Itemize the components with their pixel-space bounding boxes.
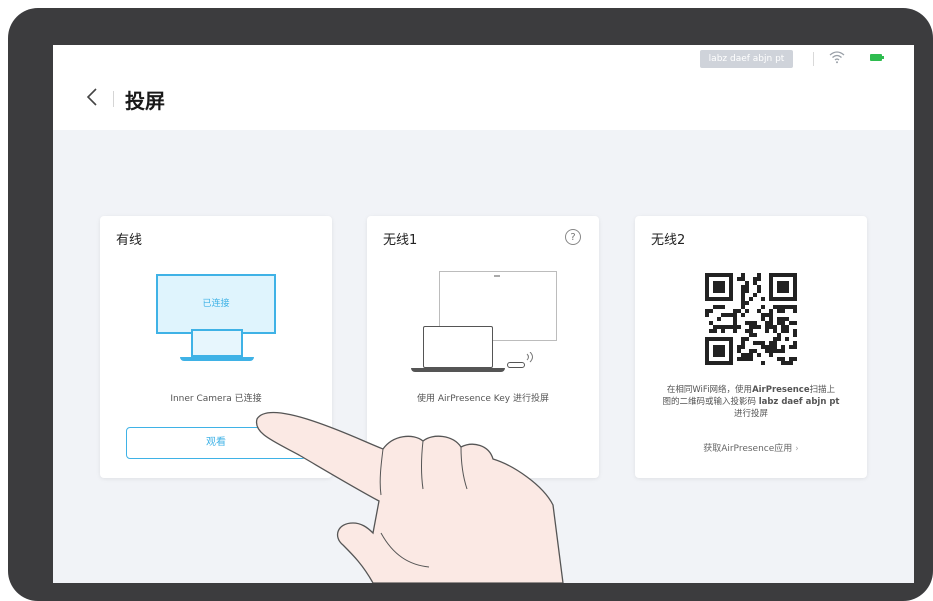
question-circle-icon[interactable]: ? <box>565 229 581 245</box>
top-bar: labz daef abjn pt 投屏 <box>53 45 914 130</box>
tablet-frame: labz daef abjn pt 投屏 有线 已连接 Inner Camera… <box>8 8 933 601</box>
signal-waves-icon <box>526 352 533 363</box>
card-title-wired: 有线 <box>116 233 143 248</box>
desc-line-2: 图的二维码或输入投影码 labz daef abjn pt <box>635 396 867 408</box>
projection-code-badge: labz daef abjn pt <box>700 50 793 68</box>
desc-line-1: 在相同WiFi网络，使用AirPresence扫描上 <box>635 384 867 396</box>
hand-gesture-illustration <box>255 411 564 583</box>
battery-icon <box>870 54 884 61</box>
wireless2-description: 在相同WiFi网络，使用AirPresence扫描上 图的二维码或输入投影码 l… <box>635 384 867 420</box>
laptop-outline-illustration <box>423 326 493 368</box>
projection-code-bold: labz daef abjn pt <box>758 397 840 407</box>
laptop-illustration <box>191 329 243 357</box>
card-title-wireless2: 无线2 <box>651 233 686 248</box>
app-name-bold: AirPresence <box>752 385 810 395</box>
screen: labz daef abjn pt 投屏 有线 已连接 Inner Camera… <box>53 45 914 583</box>
desc-text: 在相同WiFi网络，使用 <box>666 385 753 395</box>
title-divider <box>113 91 114 107</box>
airpresence-key-illustration <box>507 362 525 368</box>
wireless2-card: 无线2 在相同WiFi网络，使用AirPresence扫描上 图的二维码或输入投… <box>635 216 867 478</box>
chevron-right-icon: › <box>795 444 799 454</box>
qr-code-icon <box>705 273 797 365</box>
monitor-illustration: 已连接 <box>156 274 276 334</box>
status-divider <box>813 52 814 66</box>
back-button[interactable] <box>81 85 103 109</box>
chevron-left-icon <box>86 88 97 106</box>
desc-line-3: 进行投屏 <box>733 409 768 419</box>
wired-status-text: Inner Camera 已连接 <box>170 394 262 404</box>
desc-text: 扫描上 <box>809 385 836 395</box>
connected-label: 已连接 <box>202 299 230 309</box>
get-app-link-label: 获取AirPresence应用 <box>703 444 793 454</box>
desc-text: 图的二维码或输入投影码 <box>662 397 759 407</box>
camera-dot <box>494 275 500 277</box>
page-title: 投屏 <box>125 89 165 113</box>
wifi-icon <box>829 51 845 64</box>
laptop-outline-base <box>411 368 505 372</box>
laptop-base <box>180 357 254 361</box>
get-app-link[interactable]: 获取AirPresence应用 › <box>635 441 867 454</box>
card-title-wireless1: 无线1 <box>383 233 418 248</box>
wireless1-description: 使用 AirPresence Key 进行投屏 <box>417 394 549 404</box>
